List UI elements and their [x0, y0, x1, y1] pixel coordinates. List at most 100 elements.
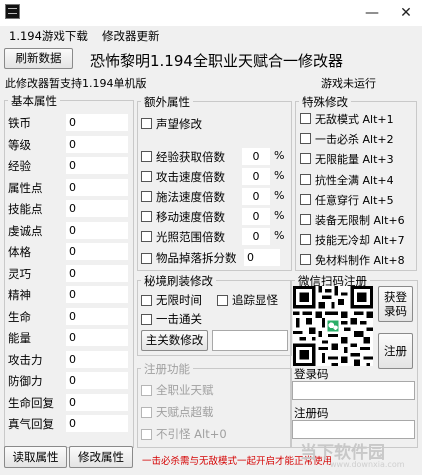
multiplier-input[interactable]: 0: [242, 168, 270, 185]
menu-game-download[interactable]: 1.194游戏下载: [9, 28, 88, 44]
minimize-button[interactable]: —: [356, 0, 388, 26]
basic-attribute-input[interactable]: 0: [66, 286, 128, 303]
multiplier-checkbox[interactable]: [141, 191, 152, 202]
register-features-title: 注册功能: [141, 361, 193, 377]
basic-attributes-title: 基本属性: [8, 93, 60, 109]
drop-split-input[interactable]: 0: [244, 249, 280, 266]
multiplier-checkbox[interactable]: [141, 211, 152, 222]
refresh-data-button[interactable]: 刷新数据: [4, 48, 73, 69]
unlimited-time-checkbox[interactable]: [141, 295, 152, 306]
special-mod-label: 无限能量 Alt+3: [315, 153, 394, 167]
special-mod-checkbox[interactable]: [300, 254, 311, 266]
all-class-talent-checkbox[interactable]: [141, 385, 152, 396]
special-mod-label: 免材料制作 Alt+8: [315, 254, 405, 268]
basic-attribute-input[interactable]: 0: [66, 135, 128, 153]
get-login-code-button[interactable]: 获登录码: [378, 286, 413, 322]
special-mod-label: 技能无冷却 Alt+7: [315, 234, 405, 248]
login-code-label: 登录码: [294, 367, 329, 381]
menu-bar: 1.194游戏下载 修改器更新: [0, 26, 422, 46]
percent-unit: %: [274, 169, 285, 182]
basic-attribute-label: 技能点: [8, 202, 43, 216]
drop-split-checkbox[interactable]: [141, 253, 152, 264]
basic-attribute-label: 防御力: [8, 374, 43, 388]
basic-attribute-input[interactable]: 0: [66, 372, 128, 389]
drop-split-label: 物品掉落拆分数: [156, 251, 237, 265]
basic-attribute-label: 攻击力: [8, 352, 43, 367]
percent-unit: %: [274, 209, 285, 222]
login-code-input[interactable]: [292, 381, 415, 400]
boss-count-modify-button[interactable]: 主关数修改: [141, 330, 208, 351]
special-mod-label: 装备无限制 Alt+6: [315, 214, 405, 227]
multiplier-input[interactable]: 0: [242, 228, 270, 245]
multiplier-label: 施法速度倍数: [156, 190, 225, 204]
reputation-checkbox[interactable]: [141, 118, 152, 129]
multiplier-input[interactable]: 0: [242, 208, 270, 225]
multiplier-checkbox[interactable]: [141, 151, 152, 162]
extra-attributes-title: 额外属性: [141, 94, 193, 110]
reputation-label: 声望修改: [156, 117, 202, 131]
multiplier-checkbox[interactable]: [141, 231, 152, 242]
all-class-talent-label: 全职业天赋: [156, 383, 214, 397]
special-mod-checkbox[interactable]: [300, 214, 311, 225]
special-mod-checkbox[interactable]: [300, 153, 311, 165]
read-attributes-button[interactable]: 读取属性: [4, 446, 67, 468]
boss-count-input[interactable]: [212, 330, 288, 351]
special-mod-checkbox[interactable]: [300, 173, 311, 185]
special-mod-label: 任意穿行 Alt+5: [315, 193, 394, 207]
multiplier-label: 光照范围倍数: [156, 230, 225, 244]
special-mod-checkbox[interactable]: [300, 133, 311, 145]
multiplier-label: 移动速度倍数: [156, 210, 225, 224]
title-bar: — ✕: [0, 0, 422, 26]
multiplier-input[interactable]: 0: [242, 188, 270, 205]
register-code-input[interactable]: [292, 420, 415, 439]
basic-attribute-label: 属性点: [8, 180, 43, 195]
percent-unit: %: [274, 189, 285, 202]
basic-attribute-input[interactable]: 0: [66, 114, 128, 131]
one-hit-clear-checkbox[interactable]: [141, 314, 152, 325]
percent-unit: %: [274, 149, 285, 162]
basic-attribute-input[interactable]: 0: [66, 307, 128, 325]
trace-display-checkbox[interactable]: [217, 295, 228, 306]
unlimited-time-label: 无限时间: [156, 293, 202, 307]
special-mod-checkbox[interactable]: [300, 113, 311, 124]
special-mods-title: 特殊修改: [299, 94, 351, 110]
special-mod-checkbox[interactable]: [300, 234, 311, 246]
menu-trainer-update[interactable]: 修改器更新: [102, 28, 160, 44]
qr-code-image: [293, 286, 373, 366]
multiplier-checkbox[interactable]: [141, 171, 152, 182]
talent-overload-label: 天赋点超载: [156, 405, 214, 419]
basic-attribute-label: 等级: [8, 137, 31, 152]
no-aggro-checkbox[interactable]: [141, 429, 152, 440]
special-mod-checkbox[interactable]: [300, 193, 311, 205]
basic-attribute-label: 真气回复: [8, 417, 54, 431]
basic-attribute-label: 精神: [8, 288, 31, 302]
register-button[interactable]: 注册: [378, 333, 413, 369]
multiplier-input[interactable]: 0: [242, 148, 270, 165]
talent-overload-checkbox[interactable]: [141, 407, 152, 418]
basic-attribute-input[interactable]: 0: [66, 264, 128, 282]
close-button[interactable]: ✕: [390, 0, 422, 26]
basic-attribute-input[interactable]: 0: [66, 200, 128, 217]
support-note: 此修改器暂支持1.194单机版: [5, 77, 147, 90]
basic-attribute-input[interactable]: 0: [66, 350, 128, 368]
percent-unit: %: [274, 229, 285, 242]
one-hit-clear-label: 一击通关: [156, 312, 202, 326]
basic-attribute-input[interactable]: 0: [66, 243, 128, 260]
basic-attribute-input[interactable]: 0: [66, 415, 128, 432]
special-mod-label: 一击必杀 Alt+2: [315, 133, 394, 147]
basic-attribute-input[interactable]: 0: [66, 329, 128, 346]
site-watermark-url: www.downxia.com: [330, 460, 405, 469]
basic-attribute-input[interactable]: 0: [66, 178, 128, 196]
trace-display-label: 追踪显怪: [232, 293, 278, 307]
dungeon-mods-title: 秘境刷装修改: [141, 273, 216, 289]
modify-attributes-button[interactable]: 修改属性: [69, 446, 133, 468]
basic-attribute-input[interactable]: 0: [66, 221, 128, 239]
game-status: 游戏未运行: [321, 77, 376, 90]
basic-attribute-label: 体格: [8, 245, 31, 259]
basic-attribute-input[interactable]: 0: [66, 393, 128, 411]
basic-attribute-input[interactable]: 0: [66, 157, 128, 174]
basic-attribute-label: 经验: [8, 159, 31, 173]
basic-attribute-label: 虔诚点: [8, 223, 43, 238]
basic-attribute-label: 能量: [8, 331, 31, 345]
page-title: 恐怖黎明1.194全职业天赋合一修改器: [90, 52, 343, 70]
